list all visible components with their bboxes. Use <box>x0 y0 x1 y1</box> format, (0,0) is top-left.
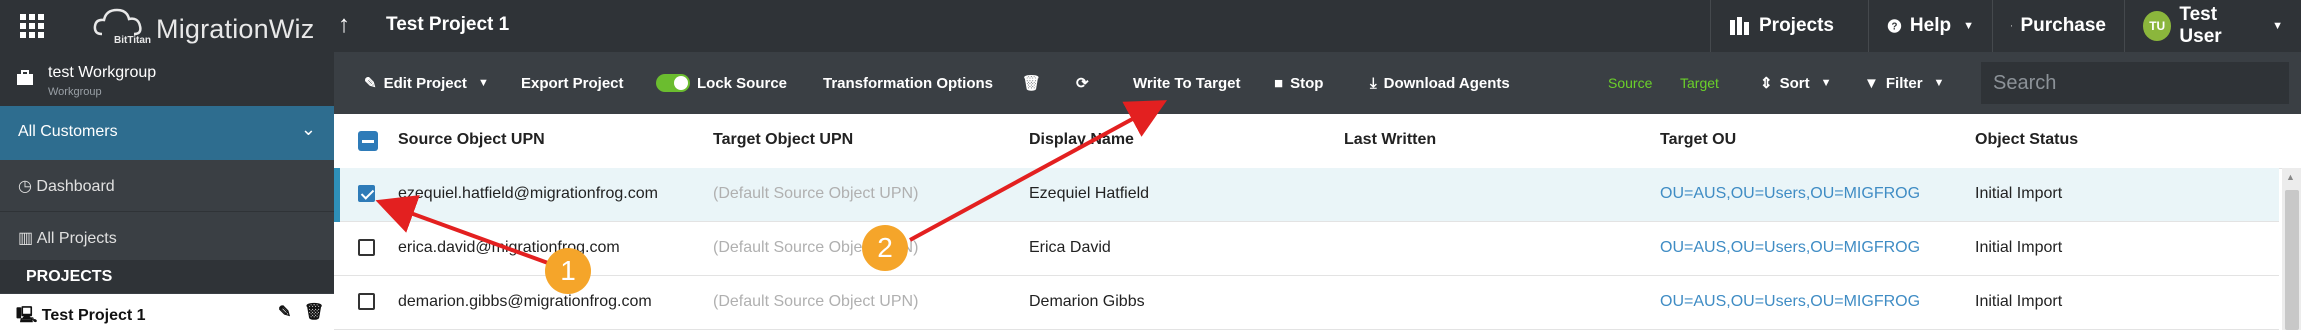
annotation-arrow-2 <box>909 100 1168 242</box>
annotation-badge-1: 1 <box>545 248 591 294</box>
annotation-badge-2: 2 <box>862 225 908 271</box>
annotation-arrow-1 <box>375 195 549 265</box>
annotation-arrows <box>375 100 1168 265</box>
